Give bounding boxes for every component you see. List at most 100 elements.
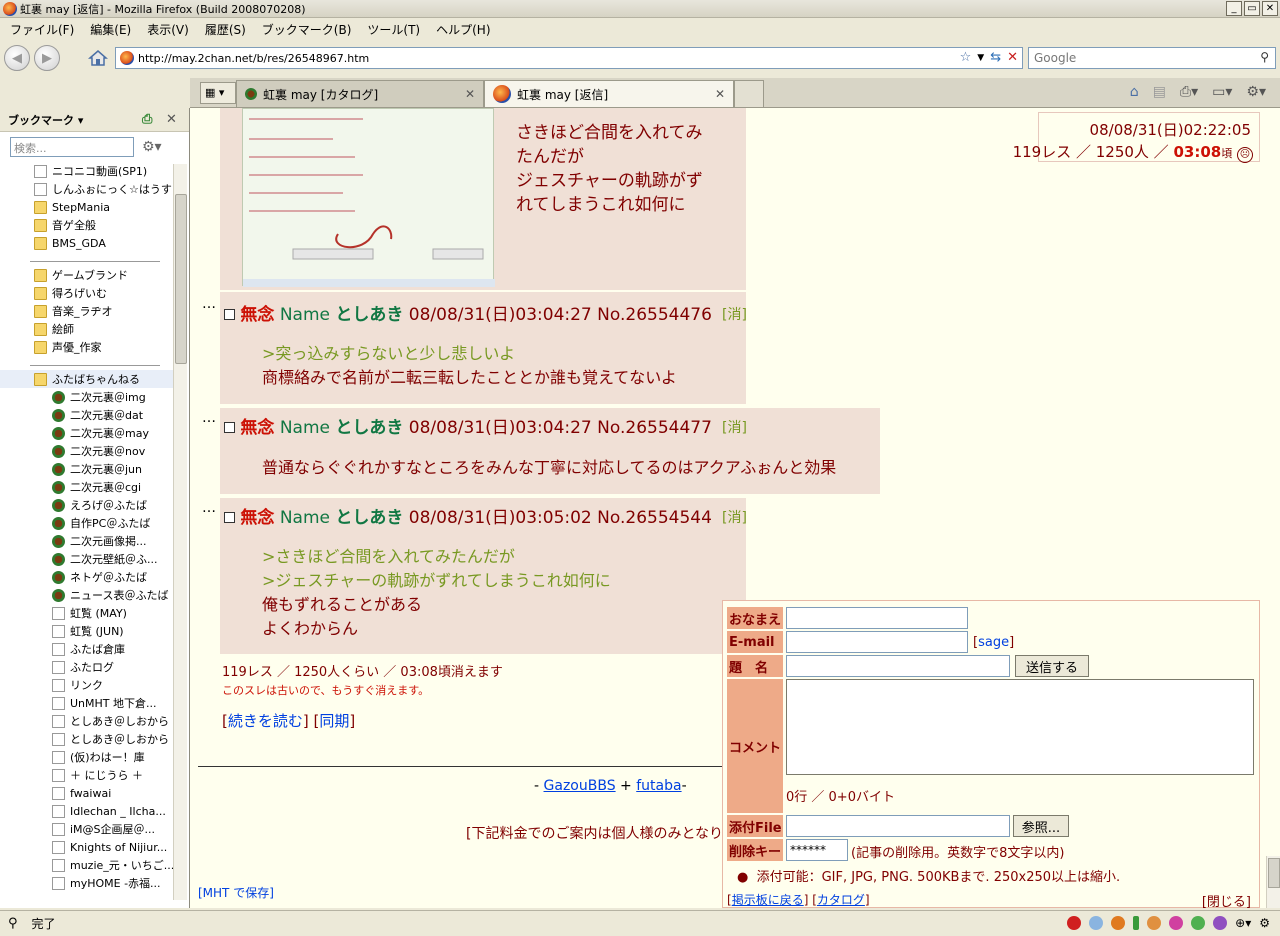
bookmark-item[interactable]: 音ゲ全般 xyxy=(0,216,178,234)
bookmark-item[interactable]: Knights of Nijiur... xyxy=(0,838,178,856)
rss-icon[interactable]: ▤ xyxy=(1153,84,1166,100)
bookmark-item[interactable]: 得ろげいむ xyxy=(0,284,178,302)
close-form-link[interactable]: [閉じる] xyxy=(1202,891,1251,908)
url-bar[interactable]: http://may.2chan.net/b/res/26548967.htm … xyxy=(115,47,1023,69)
reload-icon[interactable]: ⇆ xyxy=(990,50,1001,65)
sync-link[interactable]: 同期 xyxy=(319,712,349,730)
email-input[interactable] xyxy=(786,631,968,653)
close-tab-icon[interactable]: ✕ xyxy=(465,87,475,101)
cross-icon[interactable] xyxy=(1089,916,1104,930)
post-checkbox[interactable] xyxy=(224,512,235,523)
delete-link[interactable]: [消] xyxy=(722,417,747,437)
post-number[interactable]: No.26554544 xyxy=(597,508,712,528)
bookmark-item[interactable]: ふたログ xyxy=(0,658,178,676)
bookmark-item[interactable]: BMS_GDA xyxy=(0,234,178,252)
search-icon[interactable]: ⚲ xyxy=(8,916,18,931)
sidebar-pin-icon[interactable]: ⎙ xyxy=(142,112,152,127)
bookmark-item[interactable]: ＋ にじうら ＋ xyxy=(0,766,178,784)
bookmark-item[interactable]: ネトゲ＠ふたば xyxy=(0,568,178,586)
back-button[interactable]: ◀ xyxy=(4,45,30,71)
firefox-icon[interactable] xyxy=(1111,916,1126,930)
bookmark-item[interactable]: StepMania xyxy=(0,198,178,216)
bookmark-item[interactable]: muzie_元・いちご... xyxy=(0,856,178,874)
sidebar-title[interactable]: ブックマーク ▾ xyxy=(8,112,83,128)
bookmark-item[interactable]: 自作PC＠ふたば xyxy=(0,514,178,532)
home-icon[interactable]: ⌂ xyxy=(1130,84,1139,100)
menu-help[interactable]: ヘルプ(H) xyxy=(428,21,498,38)
green-bar-icon[interactable] xyxy=(1133,916,1140,930)
dropdown-arrow-icon[interactable]: ▼ xyxy=(977,50,984,65)
read-more-link[interactable]: 続きを読む xyxy=(228,712,303,730)
sidebar-close-icon[interactable]: ✕ xyxy=(166,112,177,127)
bookmark-item[interactable]: (仮)わはー！庫 xyxy=(0,748,178,766)
menu-view[interactable]: 表示(V) xyxy=(139,21,197,38)
bookmark-item[interactable]: 二次元裏＠cgi xyxy=(0,478,178,496)
subject-input[interactable] xyxy=(786,655,1010,677)
bookmark-item[interactable]: リンク xyxy=(0,676,178,694)
purple-circle-icon[interactable] xyxy=(1213,916,1228,930)
bookmark-item[interactable]: fwaiwai xyxy=(0,784,178,802)
menu-tools[interactable]: ツール(T) xyxy=(359,21,428,38)
adblock-icon[interactable] xyxy=(1067,916,1082,930)
menu-bookmarks[interactable]: ブックマーク(B) xyxy=(254,21,360,38)
post-number[interactable]: No.26554477 xyxy=(597,418,712,438)
pink-circle-icon[interactable] xyxy=(1169,916,1184,930)
bookmark-item[interactable]: ゲームブランド xyxy=(0,266,178,284)
post-number[interactable]: No.26554476 xyxy=(597,305,712,325)
bookmark-item[interactable]: 二次元壁紙＠ふ... xyxy=(0,550,178,568)
delete-link[interactable]: [消] xyxy=(722,304,747,324)
home-icon[interactable] xyxy=(88,48,108,68)
bookmark-item[interactable]: 虹覧 (MAY) xyxy=(0,604,178,622)
print-icon[interactable]: ⎙▾ xyxy=(1180,84,1198,100)
bookmark-item[interactable]: ふたば倉庫 xyxy=(0,640,178,658)
bookmark-item[interactable]: iM@S企画屋＠... xyxy=(0,820,178,838)
bookmark-item[interactable]: 虹覧 (JUN) xyxy=(0,622,178,640)
new-tab-area[interactable] xyxy=(734,80,764,107)
sage-link[interactable]: [sage] xyxy=(973,635,1014,650)
tab-list-button[interactable]: ▦ ▾ xyxy=(200,82,236,104)
menu-edit[interactable]: 編集(E) xyxy=(82,21,139,38)
bookmark-item[interactable]: としあき＠しおから xyxy=(0,730,178,748)
bookmark-star-icon[interactable]: ☆ xyxy=(960,50,972,65)
sidebar-search-input[interactable]: 検索... xyxy=(10,137,134,157)
delete-key-input[interactable]: ****** xyxy=(786,839,848,861)
forward-button[interactable]: ▶ xyxy=(34,45,60,71)
post-checkbox[interactable] xyxy=(224,309,235,320)
sidebar-scrollbar[interactable] xyxy=(173,164,187,900)
bookmark-item[interactable]: ニコニコ動画(SP1) xyxy=(0,162,178,180)
bookmark-item[interactable]: ニュース表＠ふたば xyxy=(0,586,178,604)
bookmark-item[interactable]: 絵師 xyxy=(0,320,178,338)
bookmark-item[interactable]: myHOME -赤福... xyxy=(0,874,178,892)
content-scrollbar[interactable] xyxy=(1266,856,1280,908)
bookmark-item[interactable]: Idlechan _ Ilcha... xyxy=(0,802,178,820)
futaba-link[interactable]: futaba xyxy=(636,778,681,794)
gear-icon[interactable]: ⚙▾ xyxy=(1246,84,1266,100)
url-text[interactable]: http://may.2chan.net/b/res/26548967.htm xyxy=(138,52,369,65)
minimize-button[interactable]: _ xyxy=(1226,1,1242,16)
menu-history[interactable]: 履歴(S) xyxy=(197,21,254,38)
tab-catalog[interactable]: 虹裏 may [カタログ] ✕ xyxy=(236,80,484,107)
bookmark-item[interactable]: 二次元裏＠dat xyxy=(0,406,178,424)
bookmark-item[interactable]: 二次元裏＠may xyxy=(0,424,178,442)
search-input[interactable]: Google ⚲ xyxy=(1028,47,1276,69)
bookmark-item[interactable]: 音楽_ラヂオ xyxy=(0,302,178,320)
submit-button[interactable]: 送信する xyxy=(1015,655,1089,677)
comment-textarea[interactable] xyxy=(786,679,1254,775)
zoom-icon[interactable]: ⊕▾ xyxy=(1235,916,1251,930)
tab-reply[interactable]: 虹裏 may [返信] ✕ xyxy=(484,80,734,107)
bookmark-item[interactable]: 二次元裏＠img xyxy=(0,388,178,406)
name-input[interactable] xyxy=(786,607,968,629)
post-checkbox[interactable] xyxy=(224,422,235,433)
bookmark-item[interactable]: ふたばちゃんねる xyxy=(0,370,178,388)
bookmark-item[interactable]: えろげ＠ふたば xyxy=(0,496,178,514)
green-circle-icon[interactable] xyxy=(1191,916,1206,930)
page-menu-icon[interactable]: ▭▾ xyxy=(1212,84,1232,100)
browse-button[interactable]: 参照... xyxy=(1013,815,1069,837)
bookmark-item[interactable]: 二次元裏＠nov xyxy=(0,442,178,460)
catalog-link[interactable]: カタログ xyxy=(817,893,865,907)
post-thumbnail[interactable] xyxy=(242,108,495,287)
maximize-button[interactable]: ▭ xyxy=(1244,1,1260,16)
close-button[interactable]: ✕ xyxy=(1262,1,1278,16)
file-input[interactable] xyxy=(786,815,1010,837)
bookmark-item[interactable]: 二次元裏＠jun xyxy=(0,460,178,478)
